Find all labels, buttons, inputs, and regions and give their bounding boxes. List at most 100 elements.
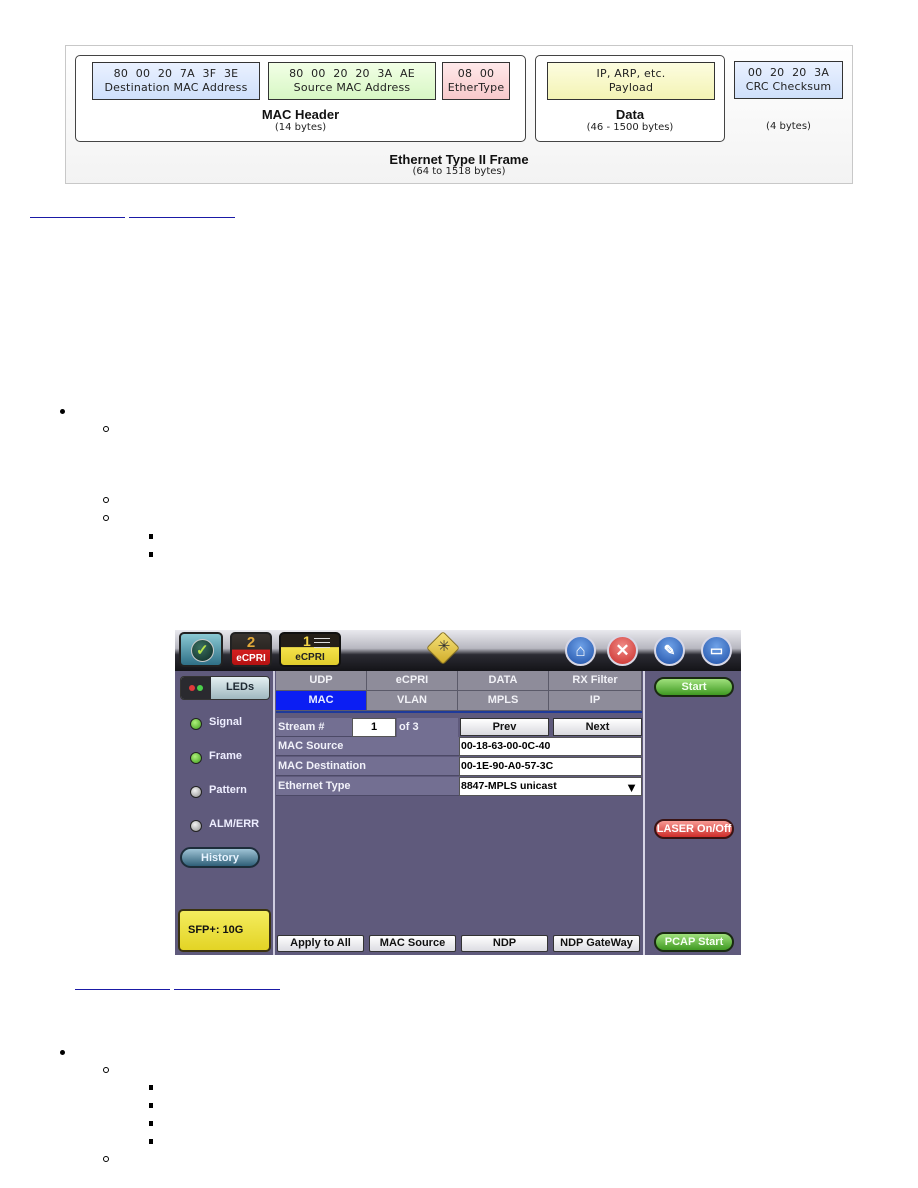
data-group: IP, ARP, etc. Payload Data (46 - 1500 by… — [535, 55, 725, 142]
mac-destination-input[interactable]: 00-1E-90-A0-57-3C — [459, 757, 642, 776]
prev-button[interactable]: Prev — [460, 718, 549, 736]
left-panel: LEDs Signal Frame Pattern ALM/ERR Histor… — [175, 671, 275, 955]
home-icon[interactable]: ⌂ — [565, 635, 596, 666]
leds-button[interactable]: LEDs — [180, 676, 270, 700]
destination-mac-label: Destination MAC Address — [104, 81, 248, 94]
port-1-button[interactable]: 1 eCPRI — [279, 632, 341, 667]
list-bullet — [103, 1067, 109, 1073]
payload-label: Payload — [608, 81, 654, 94]
list-bullet — [149, 1121, 153, 1126]
port-2-label: eCPRI — [236, 653, 266, 664]
home-logo-button[interactable]: ✓ — [179, 632, 223, 667]
dropdown-arrow-icon: ▼ — [625, 780, 638, 795]
sfp-badge[interactable]: SFP+: 10G — [178, 909, 271, 952]
list-bullet — [60, 409, 65, 414]
led-label: Signal — [209, 716, 243, 728]
list-bullet — [149, 1103, 153, 1108]
laser-burst-icon: ✳ — [437, 638, 451, 655]
ethernet-frame-diagram: 80 00 20 7A 3F 3E Destination MAC Addres… — [65, 45, 853, 184]
source-mac-label: Source MAC Address — [293, 81, 411, 94]
list-bullet — [149, 1139, 153, 1144]
led-label: ALM/ERR — [209, 818, 260, 830]
link-2[interactable] — [129, 202, 235, 218]
destination-mac-hex: 80 00 20 7A 3F 3E — [113, 67, 239, 80]
ethernet-type-value: 8847-MPLS unicast — [461, 780, 557, 792]
pcap-start-button[interactable]: PCAP Start — [654, 932, 734, 952]
port-1-number: 1 — [303, 633, 311, 649]
led-label: Frame — [209, 750, 243, 762]
crc-field: 00 20 20 3A CRC Checksum — [734, 61, 843, 99]
folder-icon[interactable]: ▭ — [701, 635, 732, 666]
payload-field: IP, ARP, etc. Payload — [547, 62, 715, 100]
data-title: Data — [615, 107, 645, 122]
link-3[interactable] — [75, 974, 170, 990]
tab-ip[interactable]: IP — [549, 691, 642, 711]
source-mac-hex: 80 00 20 20 3A AE — [289, 67, 415, 80]
frame-size: (64 to 1518 bytes) — [412, 166, 506, 177]
crc-label: CRC Checksum — [745, 80, 832, 93]
link-1[interactable] — [30, 202, 125, 218]
mac-destination-label: MAC Destination — [276, 757, 459, 776]
ethernet-type-label: Ethernet Type — [276, 777, 459, 796]
payload-types: IP, ARP, etc. — [596, 67, 666, 80]
list-bullet — [149, 534, 153, 539]
led-indicator-icon — [190, 820, 202, 832]
close-icon[interactable]: ✕ — [607, 635, 638, 666]
led-dots-icon — [181, 677, 211, 699]
stream-row: Stream # 1 of 3 Prev Next — [276, 718, 642, 737]
ethertype-field: 08 00 EtherType — [442, 62, 510, 100]
data-size: (46 - 1500 bytes) — [586, 122, 674, 133]
mac-header-size: (14 bytes) — [274, 122, 327, 133]
list-bullet — [149, 552, 153, 557]
mac-header-title: MAC Header — [261, 107, 340, 122]
port-1-label: eCPRI — [295, 652, 325, 663]
link-4[interactable] — [174, 974, 280, 990]
list-bullet — [103, 515, 109, 521]
mac-source-button[interactable]: MAC Source — [369, 935, 456, 952]
laser-toggle-button[interactable]: LASER On/Off — [654, 819, 734, 839]
mac-source-row: MAC Source 00-18-63-00-0C-40 — [276, 737, 642, 756]
stream-count: of 3 — [397, 718, 458, 737]
apply-to-all-button[interactable]: Apply to All — [277, 935, 364, 952]
led-label: Pattern — [209, 784, 247, 796]
mac-source-input[interactable]: 00-18-63-00-0C-40 — [459, 737, 642, 756]
mac-destination-row: MAC Destination 00-1E-90-A0-57-3C — [276, 757, 642, 776]
led-indicator-icon — [190, 718, 202, 730]
ethernet-type-row: Ethernet Type 8847-MPLS unicast ▼ — [276, 777, 642, 796]
history-button[interactable]: History — [180, 847, 260, 868]
led-indicator-icon — [190, 752, 202, 764]
mac-source-label: MAC Source — [276, 737, 459, 756]
stream-number-input[interactable]: 1 — [352, 718, 396, 737]
ethernet-type-select[interactable]: 8847-MPLS unicast ▼ — [459, 777, 642, 796]
tab-udp[interactable]: UDP — [276, 671, 367, 691]
leds-button-label: LEDs — [225, 681, 255, 693]
tab-ecpri[interactable]: eCPRI — [367, 671, 458, 691]
next-button[interactable]: Next — [553, 718, 642, 736]
menu-lines-icon — [314, 638, 330, 648]
tab-mpls[interactable]: MPLS — [458, 691, 549, 711]
mac-header-group: 80 00 20 7A 3F 3E Destination MAC Addres… — [75, 55, 526, 142]
tab-vlan[interactable]: VLAN — [367, 691, 458, 711]
led-indicator-icon — [190, 786, 202, 798]
chart-icon[interactable]: ✎ — [654, 635, 685, 666]
list-bullet — [103, 1156, 109, 1162]
logo-icon: ✓ — [191, 639, 214, 662]
start-button[interactable]: Start — [654, 677, 734, 697]
port-2-button[interactable]: 2 eCPRI — [230, 632, 272, 667]
tab-data[interactable]: DATA — [458, 671, 549, 691]
stream-label: Stream # — [276, 718, 352, 737]
ethertype-label: EtherType — [447, 81, 505, 94]
list-bullet — [103, 497, 109, 503]
list-bullet — [60, 1050, 65, 1055]
ethertype-hex: 08 00 — [457, 67, 495, 80]
destination-mac-field: 80 00 20 7A 3F 3E Destination MAC Addres… — [92, 62, 260, 100]
right-panel: Start LASER On/Off PCAP Start — [643, 671, 741, 955]
crc-size: (4 bytes) — [766, 121, 811, 132]
tab-bar: UDP eCPRI DATA RX Filter MAC VLAN MPLS I… — [276, 671, 642, 713]
tab-mac[interactable]: MAC — [276, 691, 367, 711]
ndp-gateway-button[interactable]: NDP GateWay — [553, 935, 640, 952]
frame-title: Ethernet Type II Frame — [389, 152, 529, 167]
tab-rx-filter[interactable]: RX Filter — [549, 671, 642, 691]
ndp-button[interactable]: NDP — [461, 935, 548, 952]
list-bullet — [149, 1085, 153, 1090]
